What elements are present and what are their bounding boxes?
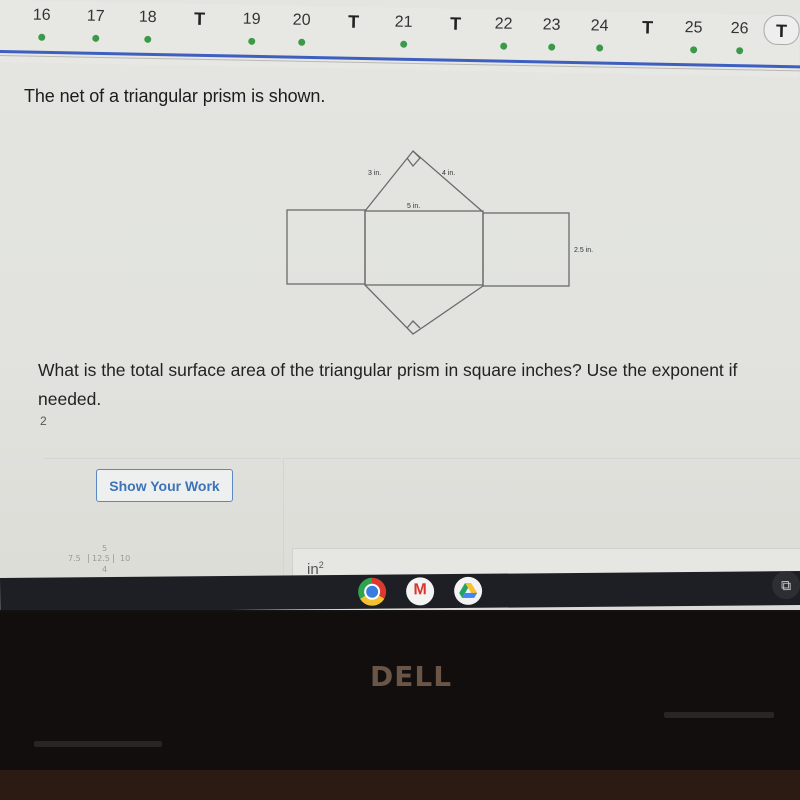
scratch-value: 7.5 — [68, 554, 81, 563]
desk-surface — [0, 770, 800, 800]
prism-net-svg: 3 in. 4 in. 5 in. 2.5 in. — [286, 150, 593, 335]
screen: 16 17 18 T 19 20 T 21 T 22 23 24 T 25 26 T The net of a… — [0, 0, 800, 610]
prism-net-diagram: 3 in. 4 in. 5 in. 2.5 in. — [280, 140, 610, 345]
top-right-angle-marker — [406, 150, 421, 168]
chromeos-shelf: M ⧉ — [0, 571, 800, 610]
unit-exponent: 2 — [318, 560, 324, 570]
gmail-icon[interactable]: M — [406, 577, 435, 606]
scratch-value: 4 — [102, 565, 108, 574]
chrome-icon[interactable] — [358, 577, 387, 606]
scratch-work: 5 7.5 12.5 10 4 — [68, 544, 148, 580]
bezel-bumper-right — [664, 712, 774, 718]
right-rectangle-face — [482, 212, 570, 287]
bottom-right-angle-marker — [406, 320, 421, 329]
dell-logo: DELL — [370, 660, 453, 693]
overview-icon[interactable]: ⧉ — [771, 571, 800, 600]
question-text: What is the total surface area of the tr… — [38, 360, 738, 409]
bezel-bumper-left — [34, 741, 162, 747]
scratch-value: 5 — [102, 544, 108, 553]
label-3in: 3 in. — [368, 170, 381, 177]
left-rectangle-face — [286, 209, 366, 285]
label-2-5in: 2.5 in. — [574, 247, 593, 254]
label-5in: 5 in. — [407, 203, 420, 210]
middle-rectangle-face — [364, 210, 484, 286]
top-triangle-face — [364, 150, 484, 213]
scratch-value: 10 — [120, 554, 131, 563]
bottom-triangle-face — [364, 284, 484, 335]
problem-intro: The net of a triangular prism is shown. — [24, 86, 326, 106]
label-4in: 4 in. — [442, 170, 455, 177]
show-your-work-button[interactable]: Show Your Work — [96, 469, 233, 502]
drive-icon[interactable] — [454, 576, 483, 606]
scratch-value: 12.5 — [88, 554, 114, 563]
exponent-hint: 2 — [40, 414, 47, 428]
